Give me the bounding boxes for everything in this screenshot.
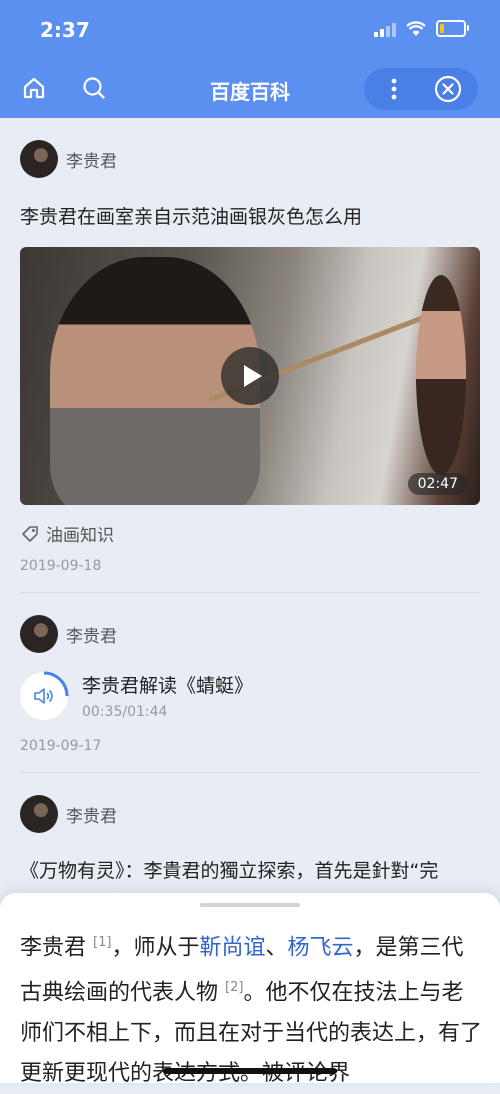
more-button[interactable] <box>376 71 412 107</box>
close-button[interactable] <box>430 71 466 107</box>
search-icon <box>83 77 105 99</box>
miniapp-capsule <box>364 68 478 110</box>
citation-2[interactable]: [2] <box>225 980 243 995</box>
more-icon <box>391 78 397 100</box>
post-date: 2019-09-17 <box>20 738 102 754</box>
home-icon <box>23 77 45 99</box>
avatar[interactable] <box>20 615 58 653</box>
feed-item-audio[interactable]: 李贵君 李贵君解读《蜻蜓》 00:35/01:44 2019-09-17 <box>20 605 480 773</box>
citation-1[interactable]: [1] <box>93 935 111 950</box>
home-indicator <box>163 1068 337 1074</box>
avatar[interactable] <box>20 140 58 178</box>
author-row[interactable]: 李贵君 <box>20 785 480 843</box>
feed-item-video[interactable]: 李贵君 李贵君在画室亲自示范油画银灰色怎么用 02:47 油画知识 2019-0… <box>20 130 480 593</box>
author-name[interactable]: 李贵君 <box>66 802 117 827</box>
summary-sheet[interactable]: 李贵君 [1]，师从于靳尚谊、杨飞云，是第三代古典绘画的代表人物 [2]。他不仅… <box>0 893 500 1086</box>
avatar[interactable] <box>20 795 58 833</box>
summary-segment: ，师从于 <box>111 935 200 961</box>
summary-segment: 、 <box>265 935 288 961</box>
post-date: 2019-09-18 <box>20 558 102 574</box>
battery-icon <box>436 20 469 37</box>
audio-title[interactable]: 李贵君解读《蜻蜓》 <box>82 671 253 698</box>
teacher-link-2[interactable]: 杨飞云 <box>287 935 353 960</box>
home-button[interactable] <box>16 70 52 106</box>
video-duration: 02:47 <box>407 473 468 495</box>
header-bar: 2:37 百度百科 <box>0 0 500 118</box>
drag-handle[interactable] <box>200 903 300 907</box>
audio-player[interactable]: 李贵君解读《蜻蜓》 00:35/01:44 <box>20 671 480 720</box>
status-time: 2:37 <box>40 18 90 42</box>
audio-progress-time: 00:35/01:44 <box>82 704 168 720</box>
person-name: 李贵君 <box>20 935 87 961</box>
wifi-icon <box>406 20 426 36</box>
author-name[interactable]: 李贵君 <box>66 147 117 172</box>
topic-tag[interactable]: 油画知识 <box>20 521 480 546</box>
search-button[interactable] <box>76 70 112 106</box>
audio-play-button[interactable] <box>20 671 69 720</box>
status-bar: 2:37 <box>0 0 500 60</box>
tag-icon <box>22 525 38 542</box>
signal-icon <box>374 21 396 37</box>
teacher-link-1[interactable]: 靳尚谊 <box>199 935 265 960</box>
author-row[interactable]: 李贵君 <box>20 605 480 663</box>
video-title[interactable]: 李贵君在画室亲自示范油画银灰色怎么用 <box>20 202 480 229</box>
status-icons <box>374 20 469 37</box>
author-row[interactable]: 李贵君 <box>20 130 480 188</box>
video-thumbnail[interactable]: 02:47 <box>20 247 480 505</box>
navbar: 百度百科 <box>0 60 500 118</box>
close-icon <box>434 75 462 103</box>
author-name[interactable]: 李贵君 <box>66 622 117 647</box>
tag-label: 油画知识 <box>46 526 114 546</box>
play-button[interactable] <box>221 347 279 405</box>
